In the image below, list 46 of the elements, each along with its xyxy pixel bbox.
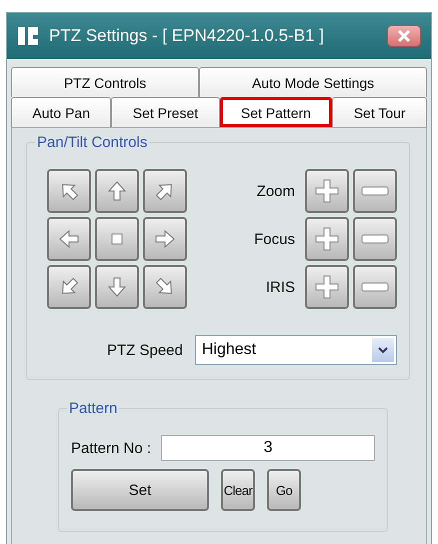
arrow-icon	[57, 227, 81, 251]
plus-icon	[314, 274, 340, 300]
plus-icon	[314, 178, 340, 204]
go-button[interactable]: Go	[267, 469, 301, 511]
arrow-icon	[153, 227, 177, 251]
pattern-number-label: Pattern No :	[71, 440, 152, 456]
speed-label: PTZ Speed	[107, 342, 183, 358]
plus-button[interactable]	[305, 169, 349, 213]
pattern-number-field[interactable]: 3	[161, 435, 375, 461]
close-button[interactable]	[387, 25, 421, 47]
speed-dropdown[interactable]: Highest	[194, 335, 397, 365]
tab[interactable]: Set Pattern	[220, 97, 332, 127]
window-title: PTZ Settings - [ EPN4220-1.0.5-B1 ]	[49, 26, 325, 46]
minus-button[interactable]	[353, 169, 397, 213]
app-logo-icon	[17, 25, 39, 47]
tab[interactable]: Set Preset	[111, 97, 220, 127]
direction-button[interactable]	[143, 169, 187, 213]
set-button[interactable]: Set	[71, 469, 209, 511]
tab[interactable]: PTZ Controls	[11, 67, 200, 97]
lens-label: IRIS	[264, 278, 296, 296]
plus-button[interactable]	[305, 265, 349, 309]
tab[interactable]: Auto Mode Settings	[199, 67, 427, 97]
direction-button[interactable]	[95, 265, 139, 309]
plus-icon	[314, 226, 340, 252]
plus-button[interactable]	[305, 217, 349, 261]
chevron-down-icon	[378, 346, 388, 354]
direction-button[interactable]	[47, 265, 91, 309]
direction-button[interactable]	[143, 217, 187, 261]
minus-button[interactable]	[353, 217, 397, 261]
clear-button[interactable]: Clear	[221, 469, 255, 511]
direction-button[interactable]	[47, 169, 91, 213]
close-icon	[397, 30, 411, 42]
minus-icon	[361, 234, 389, 244]
direction-button[interactable]	[47, 217, 91, 261]
arrow-icon	[105, 179, 129, 203]
minus-icon	[361, 282, 389, 292]
tab[interactable]: Auto Pan	[11, 97, 112, 127]
direction-button[interactable]	[95, 169, 139, 213]
minus-icon	[361, 186, 389, 196]
direction-button[interactable]	[143, 265, 187, 309]
arrow-icon	[105, 275, 129, 299]
minus-button[interactable]	[353, 265, 397, 309]
lens-label: Zoom	[256, 182, 296, 200]
tab[interactable]: Set Tour	[332, 97, 427, 127]
lens-label: Focus	[254, 230, 296, 248]
stop-button[interactable]	[95, 217, 139, 261]
